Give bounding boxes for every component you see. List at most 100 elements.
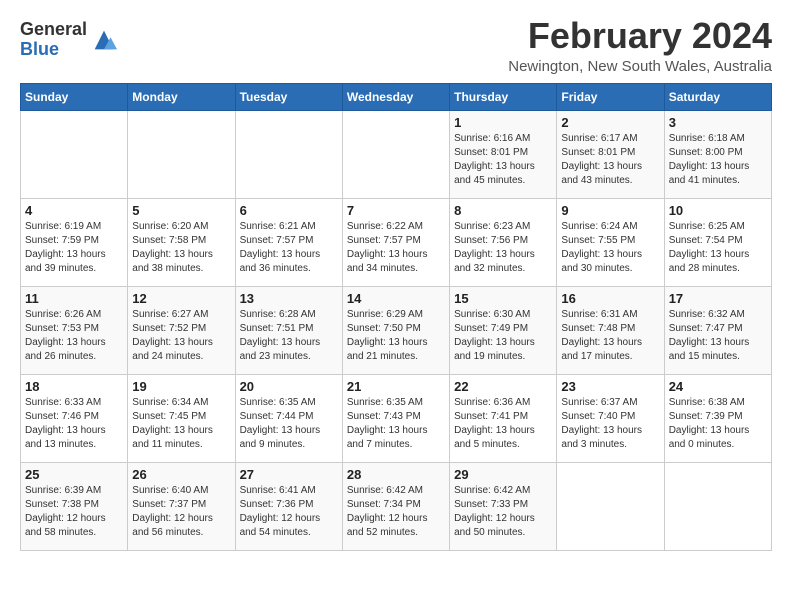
header-area: General Blue February 2024 Newington, Ne… [20, 16, 772, 75]
day-cell [342, 110, 449, 198]
day-cell: 8 Sunrise: 6:23 AM Sunset: 7:56 PM Daylig… [450, 198, 557, 286]
day-info: Sunrise: 6:27 AM Sunset: 7:52 PM Dayligh… [132, 308, 230, 364]
day-cell: 23 Sunrise: 6:37 AM Sunset: 7:40 PM Dayli… [557, 374, 664, 462]
main-title: February 2024 [508, 16, 772, 56]
day-number: 27 [240, 467, 338, 482]
week-row-4: 18 Sunrise: 6:33 AM Sunset: 7:46 PM Dayli… [21, 374, 772, 462]
header-cell-tuesday: Tuesday [235, 83, 342, 110]
day-info: Sunrise: 6:36 AM Sunset: 7:41 PM Dayligh… [454, 396, 552, 452]
day-cell: 18 Sunrise: 6:33 AM Sunset: 7:46 PM Dayli… [21, 374, 128, 462]
day-cell: 13 Sunrise: 6:28 AM Sunset: 7:51 PM Dayli… [235, 286, 342, 374]
header-cell-monday: Monday [128, 83, 235, 110]
day-info: Sunrise: 6:23 AM Sunset: 7:56 PM Dayligh… [454, 220, 552, 276]
day-cell: 25Sunrise: 6:39 AM Sunset: 7:38 PM Dayli… [21, 462, 128, 550]
day-number: 13 [240, 291, 338, 306]
day-info: Sunrise: 6:24 AM Sunset: 7:55 PM Dayligh… [561, 220, 659, 276]
day-info: Sunrise: 6:30 AM Sunset: 7:49 PM Dayligh… [454, 308, 552, 364]
calendar-table: SundayMondayTuesdayWednesdayThursdayFrid… [20, 83, 772, 551]
logo: General Blue [20, 20, 118, 60]
day-number: 28 [347, 467, 445, 482]
day-cell: 2 Sunrise: 6:17 AM Sunset: 8:01 PM Daylig… [557, 110, 664, 198]
day-cell: 10 Sunrise: 6:25 AM Sunset: 7:54 PM Dayli… [664, 198, 771, 286]
day-info: Sunrise: 6:35 AM Sunset: 7:43 PM Dayligh… [347, 396, 445, 452]
day-number: 15 [454, 291, 552, 306]
day-number: 14 [347, 291, 445, 306]
day-cell [664, 462, 771, 550]
day-cell: 4 Sunrise: 6:19 AM Sunset: 7:59 PM Daylig… [21, 198, 128, 286]
day-number: 4 [25, 203, 123, 218]
day-number: 29 [454, 467, 552, 482]
header-cell-friday: Friday [557, 83, 664, 110]
day-info: Sunrise: 6:17 AM Sunset: 8:01 PM Dayligh… [561, 132, 659, 188]
day-info: Sunrise: 6:22 AM Sunset: 7:57 PM Dayligh… [347, 220, 445, 276]
day-cell: 3 Sunrise: 6:18 AM Sunset: 8:00 PM Daylig… [664, 110, 771, 198]
day-cell [235, 110, 342, 198]
day-cell: 27 Sunrise: 6:41 AM Sunset: 7:36 PM Dayli… [235, 462, 342, 550]
day-number: 2 [561, 115, 659, 130]
day-info: Sunrise: 6:20 AM Sunset: 7:58 PM Dayligh… [132, 220, 230, 276]
day-cell: 24 Sunrise: 6:38 AM Sunset: 7:39 PM Dayli… [664, 374, 771, 462]
day-info: Sunrise: 6:35 AM Sunset: 7:44 PM Dayligh… [240, 396, 338, 452]
day-info: Sunrise: 6:16 AM Sunset: 8:01 PM Dayligh… [454, 132, 552, 188]
day-cell: 6 Sunrise: 6:21 AM Sunset: 7:57 PM Daylig… [235, 198, 342, 286]
day-info: Sunrise: 6:40 AM Sunset: 7:37 PM Dayligh… [132, 484, 230, 540]
calendar-header-row: SundayMondayTuesdayWednesdayThursdayFrid… [21, 83, 772, 110]
day-cell: 5 Sunrise: 6:20 AM Sunset: 7:58 PM Daylig… [128, 198, 235, 286]
day-cell: 29Sunrise: 6:42 AM Sunset: 7:33 PM Dayli… [450, 462, 557, 550]
day-number: 25 [25, 467, 123, 482]
day-number: 22 [454, 379, 552, 394]
day-info: Sunrise: 6:29 AM Sunset: 7:50 PM Dayligh… [347, 308, 445, 364]
day-number: 16 [561, 291, 659, 306]
day-cell: 11Sunrise: 6:26 AM Sunset: 7:53 PM Dayli… [21, 286, 128, 374]
day-cell: 1 Sunrise: 6:16 AM Sunset: 8:01 PM Daylig… [450, 110, 557, 198]
day-info: Sunrise: 6:19 AM Sunset: 7:59 PM Dayligh… [25, 220, 123, 276]
day-cell: 16 Sunrise: 6:31 AM Sunset: 7:48 PM Dayli… [557, 286, 664, 374]
subtitle: Newington, New South Wales, Australia [508, 58, 772, 75]
day-cell: 15 Sunrise: 6:30 AM Sunset: 7:49 PM Dayli… [450, 286, 557, 374]
day-number: 24 [669, 379, 767, 394]
day-number: 12 [132, 291, 230, 306]
day-info: Sunrise: 6:42 AM Sunset: 7:34 PM Dayligh… [347, 484, 445, 540]
day-number: 7 [347, 203, 445, 218]
day-number: 6 [240, 203, 338, 218]
day-cell: 26Sunrise: 6:40 AM Sunset: 7:37 PM Dayli… [128, 462, 235, 550]
day-number: 23 [561, 379, 659, 394]
logo-general: General [20, 19, 87, 39]
day-info: Sunrise: 6:25 AM Sunset: 7:54 PM Dayligh… [669, 220, 767, 276]
header-cell-wednesday: Wednesday [342, 83, 449, 110]
day-cell [128, 110, 235, 198]
day-number: 3 [669, 115, 767, 130]
day-number: 5 [132, 203, 230, 218]
day-info: Sunrise: 6:26 AM Sunset: 7:53 PM Dayligh… [25, 308, 123, 364]
day-info: Sunrise: 6:34 AM Sunset: 7:45 PM Dayligh… [132, 396, 230, 452]
day-info: Sunrise: 6:28 AM Sunset: 7:51 PM Dayligh… [240, 308, 338, 364]
day-info: Sunrise: 6:33 AM Sunset: 7:46 PM Dayligh… [25, 396, 123, 452]
logo-blue: Blue [20, 39, 59, 59]
day-cell: 9 Sunrise: 6:24 AM Sunset: 7:55 PM Daylig… [557, 198, 664, 286]
day-info: Sunrise: 6:38 AM Sunset: 7:39 PM Dayligh… [669, 396, 767, 452]
week-row-2: 4 Sunrise: 6:19 AM Sunset: 7:59 PM Daylig… [21, 198, 772, 286]
day-number: 1 [454, 115, 552, 130]
day-cell: 19Sunrise: 6:34 AM Sunset: 7:45 PM Dayli… [128, 374, 235, 462]
day-number: 9 [561, 203, 659, 218]
header-cell-thursday: Thursday [450, 83, 557, 110]
day-number: 18 [25, 379, 123, 394]
logo-icon [90, 26, 118, 54]
day-info: Sunrise: 6:31 AM Sunset: 7:48 PM Dayligh… [561, 308, 659, 364]
day-info: Sunrise: 6:18 AM Sunset: 8:00 PM Dayligh… [669, 132, 767, 188]
day-number: 10 [669, 203, 767, 218]
day-info: Sunrise: 6:41 AM Sunset: 7:36 PM Dayligh… [240, 484, 338, 540]
day-cell: 7 Sunrise: 6:22 AM Sunset: 7:57 PM Daylig… [342, 198, 449, 286]
day-cell [557, 462, 664, 550]
day-cell: 14 Sunrise: 6:29 AM Sunset: 7:50 PM Dayli… [342, 286, 449, 374]
day-info: Sunrise: 6:21 AM Sunset: 7:57 PM Dayligh… [240, 220, 338, 276]
day-number: 21 [347, 379, 445, 394]
title-block: February 2024 Newington, New South Wales… [508, 16, 772, 75]
day-number: 20 [240, 379, 338, 394]
day-cell: 17Sunrise: 6:32 AM Sunset: 7:47 PM Dayli… [664, 286, 771, 374]
day-cell: 21 Sunrise: 6:35 AM Sunset: 7:43 PM Dayli… [342, 374, 449, 462]
day-number: 8 [454, 203, 552, 218]
day-info: Sunrise: 6:37 AM Sunset: 7:40 PM Dayligh… [561, 396, 659, 452]
day-cell: 22 Sunrise: 6:36 AM Sunset: 7:41 PM Dayli… [450, 374, 557, 462]
day-cell: 28 Sunrise: 6:42 AM Sunset: 7:34 PM Dayli… [342, 462, 449, 550]
